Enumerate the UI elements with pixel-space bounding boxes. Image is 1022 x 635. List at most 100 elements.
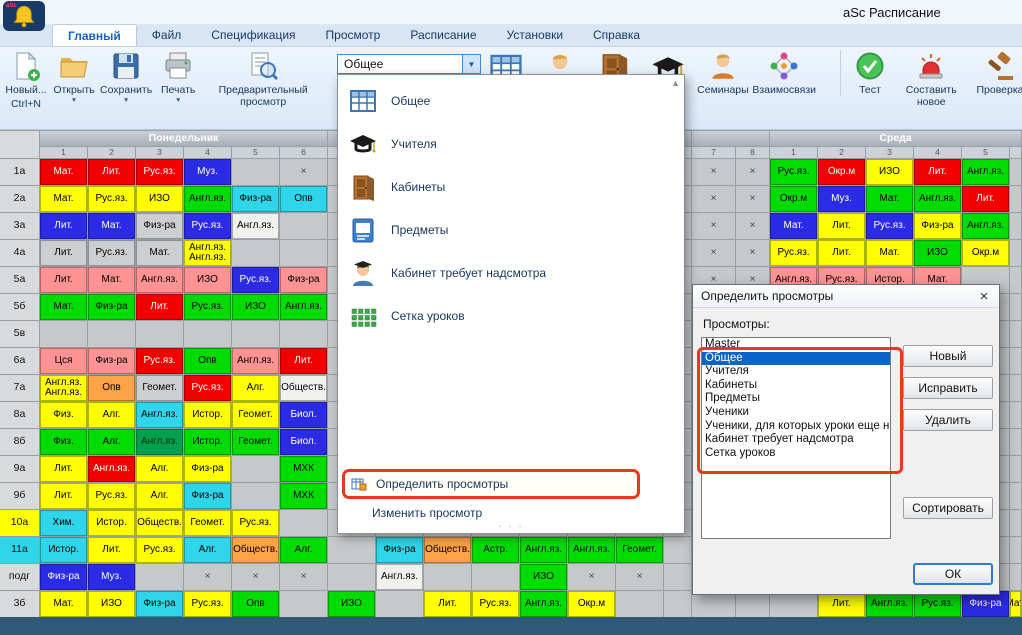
lesson-cell[interactable]: Обществ.	[424, 537, 472, 564]
empty-cell[interactable]	[136, 564, 184, 591]
lesson-cell[interactable]: Мат.	[40, 159, 88, 186]
lesson-cell[interactable]: Хим.	[40, 510, 88, 537]
class-row-header[interactable]: 11а	[0, 537, 40, 564]
class-row-header[interactable]: 5в	[0, 321, 40, 348]
empty-cell[interactable]	[232, 456, 280, 483]
class-row-header[interactable]: 1а	[0, 159, 40, 186]
blocked-cell[interactable]: ×	[280, 564, 328, 591]
empty-cell[interactable]	[424, 564, 472, 591]
empty-cell[interactable]	[1010, 483, 1022, 510]
dialog-close-icon[interactable]: ×	[969, 288, 999, 305]
lesson-cell[interactable]: Лит.	[40, 213, 88, 240]
lesson-cell[interactable]: Рус.яз.	[184, 375, 232, 402]
menu-tab[interactable]: Установки	[492, 24, 578, 46]
lesson-cell[interactable]: Лит.	[818, 591, 866, 618]
edit-view-button[interactable]: Исправить	[903, 377, 993, 399]
lesson-cell[interactable]: Рус.яз.	[770, 240, 818, 267]
lesson-cell[interactable]: Алг.	[184, 537, 232, 564]
lesson-cell[interactable]: Физ-ра	[136, 213, 184, 240]
lesson-cell[interactable]: Мат.	[136, 240, 184, 267]
lesson-cell[interactable]: Муз.	[818, 186, 866, 213]
empty-cell[interactable]	[232, 483, 280, 510]
menu-tab[interactable]: Файл	[137, 24, 197, 46]
class-row-header[interactable]: 10а	[0, 510, 40, 537]
view-menu-item[interactable]: Кабинеты	[338, 165, 684, 208]
empty-cell[interactable]	[1010, 375, 1022, 402]
empty-cell[interactable]	[280, 591, 328, 618]
dropdown-arrow-icon[interactable]: ▼	[175, 97, 181, 104]
empty-cell[interactable]	[88, 321, 136, 348]
lesson-cell[interactable]: Лит.	[88, 159, 136, 186]
seminar-button[interactable]: Семинары	[700, 50, 746, 96]
lesson-cell[interactable]: Обществ.	[136, 510, 184, 537]
lesson-cell[interactable]: Опв	[184, 348, 232, 375]
lesson-cell[interactable]: Геомет.	[232, 402, 280, 429]
lesson-cell[interactable]: Физ-ра	[88, 294, 136, 321]
lesson-cell[interactable]: Англ.яз.	[568, 537, 616, 564]
empty-cell[interactable]	[472, 564, 520, 591]
class-row-header[interactable]: 8б	[0, 429, 40, 456]
lesson-cell[interactable]: Лит.	[818, 213, 866, 240]
lesson-cell[interactable]: ИЗО	[520, 564, 568, 591]
lesson-cell[interactable]: Муз.	[184, 159, 232, 186]
delete-view-button[interactable]: Удалить	[903, 409, 993, 431]
lesson-cell[interactable]: ИЗО	[328, 591, 376, 618]
lesson-cell[interactable]: Алг.	[88, 429, 136, 456]
network-button[interactable]: Взаимосвязи	[756, 50, 813, 96]
lesson-cell[interactable]: Лит.	[40, 483, 88, 510]
lesson-cell[interactable]: Рус.яз.	[770, 159, 818, 186]
lesson-cell[interactable]: МХК	[280, 456, 328, 483]
alarm-button[interactable]: Составить новое	[894, 50, 968, 108]
empty-cell[interactable]	[40, 321, 88, 348]
empty-cell[interactable]	[664, 537, 692, 564]
lesson-cell[interactable]: Опв	[88, 375, 136, 402]
views-list-item[interactable]: Общее	[702, 352, 890, 366]
class-row-header[interactable]: 8а	[0, 402, 40, 429]
lesson-cell[interactable]: Англ.яз.	[136, 402, 184, 429]
lesson-cell[interactable]: Физ-ра	[88, 348, 136, 375]
blocked-cell[interactable]: ×	[736, 240, 770, 267]
lesson-cell[interactable]: Рус.яз.	[232, 267, 280, 294]
check-button[interactable]: Тест	[840, 50, 884, 96]
empty-cell[interactable]	[328, 537, 376, 564]
empty-cell[interactable]	[184, 321, 232, 348]
sort-button[interactable]: Сортировать	[903, 497, 993, 519]
empty-cell[interactable]	[232, 240, 280, 267]
empty-cell[interactable]	[376, 591, 424, 618]
lesson-cell[interactable]: Мат.	[866, 240, 914, 267]
lesson-cell[interactable]: Англ.яз.	[962, 159, 1010, 186]
lesson-cell[interactable]: Англ.яз.	[376, 564, 424, 591]
blocked-cell[interactable]: ×	[692, 159, 736, 186]
ok-button[interactable]: ОК	[913, 563, 993, 585]
lesson-cell[interactable]: Англ.яз. Англ.яз.	[40, 375, 88, 402]
dropdown-arrow-icon[interactable]: ▼	[71, 97, 77, 104]
save-button[interactable]: Сохранить▼	[100, 50, 152, 110]
empty-cell[interactable]	[1010, 510, 1022, 537]
lesson-cell[interactable]: Рус.яз.	[184, 213, 232, 240]
lesson-cell[interactable]: ИЗО	[136, 186, 184, 213]
lesson-cell[interactable]: Лит.	[280, 348, 328, 375]
lesson-cell[interactable]: ИЗО	[184, 267, 232, 294]
dialog-title-bar[interactable]: Определить просмотры ×	[693, 285, 999, 308]
lesson-cell[interactable]: Муз.	[88, 564, 136, 591]
menu-tab[interactable]: Спецификация	[196, 24, 310, 46]
menu-item-define-views[interactable]: Определить просмотры	[345, 476, 637, 492]
gavel-button[interactable]: Проверка	[978, 50, 1022, 96]
blocked-cell[interactable]: ×	[616, 564, 664, 591]
lesson-cell[interactable]: Физ-ра	[914, 213, 962, 240]
empty-cell[interactable]	[1010, 159, 1022, 186]
lesson-cell[interactable]: Англ.яз.	[136, 267, 184, 294]
blocked-cell[interactable]: ×	[736, 159, 770, 186]
lesson-cell[interactable]: Англ.яз.	[232, 348, 280, 375]
lesson-cell[interactable]: Мат.	[1010, 591, 1022, 618]
empty-cell[interactable]	[232, 321, 280, 348]
lesson-cell[interactable]: Мат.	[40, 186, 88, 213]
lesson-cell[interactable]: Лит.	[88, 537, 136, 564]
empty-cell[interactable]	[736, 591, 770, 618]
empty-cell[interactable]	[1010, 564, 1022, 591]
lesson-cell[interactable]: Англ.яз.	[520, 537, 568, 564]
blocked-cell[interactable]: ×	[184, 564, 232, 591]
empty-cell[interactable]	[664, 564, 692, 591]
menu-item-edit-view[interactable]: Изменить просмотр	[372, 506, 482, 520]
views-list-item[interactable]: Сетка уроков	[702, 447, 890, 461]
